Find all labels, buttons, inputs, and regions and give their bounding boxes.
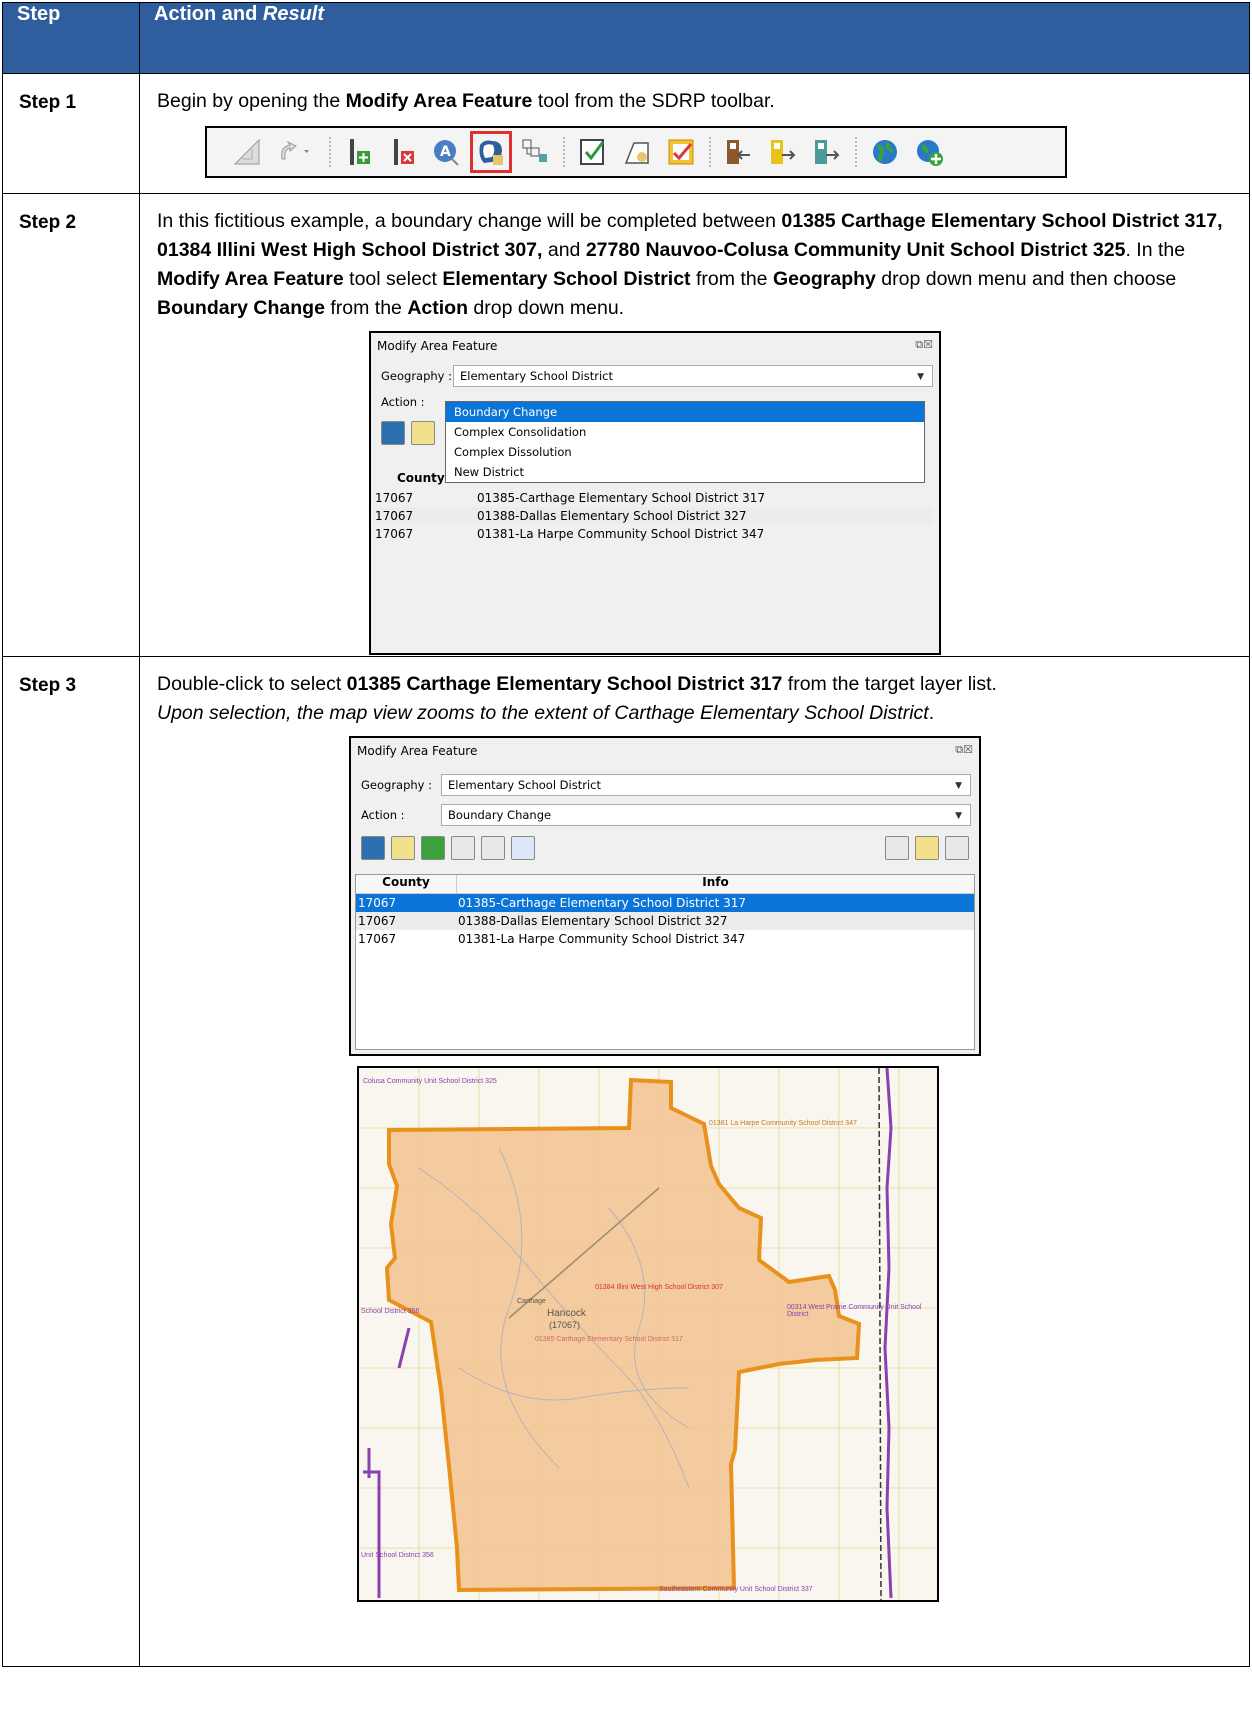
select-feature-icon[interactable] (361, 836, 385, 860)
map-label: 01381 La Harpe Community School District… (709, 1120, 857, 1127)
map-label: School District 356 (361, 1308, 420, 1315)
step-3-label: Step 3 (2, 656, 140, 1667)
edit-table-icon[interactable] (915, 836, 939, 860)
column-county: County (382, 875, 430, 889)
geography-label: Geography : (361, 778, 433, 792)
option-new-district[interactable]: New District (446, 462, 924, 482)
action-label: Action : (361, 808, 405, 822)
add-icon[interactable] (421, 836, 445, 860)
map-label: Colusa Community Unit School District 32… (363, 1078, 497, 1085)
select-rectangle-icon[interactable] (411, 421, 435, 445)
chevron-down-icon: ▼ (955, 781, 962, 791)
globe-icon[interactable] (870, 137, 900, 167)
toolbar-separator (709, 137, 711, 167)
select-rectangle-icon[interactable] (391, 836, 415, 860)
map-label: 01385 Carthage Elementary School Distric… (535, 1336, 683, 1343)
target-layer-list: County Info 17067 01385-Carthage Elementar… (355, 874, 975, 1050)
window-buttons-icon[interactable]: ⧉☒ (915, 338, 933, 352)
label-tool-icon[interactable]: A (432, 137, 462, 167)
chevron-down-icon: ▼ (917, 372, 924, 382)
map-label: Southeastern Community Unit School Distr… (659, 1586, 813, 1593)
step-1-text: Begin by opening the Modify Area Feature… (157, 90, 775, 112)
import-icon[interactable] (724, 137, 754, 167)
export-icon[interactable] (768, 137, 798, 167)
modify-area-feature-dialog: Modify Area Feature ⧉☒ Geography : Eleme… (369, 331, 941, 655)
chevron-down-icon: ▼ (955, 811, 962, 821)
step-2-label: Step 2 (2, 193, 140, 657)
geography-select[interactable]: Elementary School District ▼ (453, 365, 933, 387)
geography-select[interactable]: Elementary School District ▼ (441, 774, 971, 796)
split-tool-icon[interactable] (520, 137, 550, 167)
map-label: Hancock (547, 1308, 586, 1319)
dialog-title: Modify Area Feature (377, 339, 498, 353)
step-1-label: Step 1 (2, 73, 140, 194)
option-boundary-change[interactable]: Boundary Change (446, 402, 924, 422)
sdrp-toolbar: A (205, 126, 1067, 178)
step-1-content: Begin by opening the Modify Area Feature… (139, 73, 1250, 194)
svg-text:A: A (440, 144, 451, 160)
map-view[interactable]: Colusa Community Unit School District 32… (357, 1066, 939, 1602)
select-feature-icon[interactable] (381, 421, 405, 445)
modify-area-feature-icon[interactable] (470, 131, 512, 173)
map-label: Unit School District 356 (361, 1552, 434, 1559)
map-label: Carthage (517, 1298, 546, 1305)
option-complex-dissolution[interactable]: Complex Dissolution (446, 442, 924, 462)
header-action-result: Action and Result (139, 2, 1250, 74)
add-globe-icon[interactable] (914, 137, 944, 167)
transfer-icon[interactable] (812, 137, 842, 167)
pointer-dropdown-icon[interactable] (276, 137, 316, 167)
action-dropdown-menu: Boundary Change Complex Consolidation Co… (445, 401, 925, 483)
map-label: (17067) (549, 1320, 581, 1330)
toolbar-separator (855, 137, 857, 167)
remove-icon[interactable] (451, 836, 475, 860)
table-row[interactable]: 17067 01385-Carthage Elementary School Di… (373, 489, 933, 507)
table-row[interactable]: 17067 01381-La Harpe Community School Dis… (373, 525, 933, 543)
step-3-content: Double-click to select 01385 Carthage El… (139, 656, 1250, 1667)
edit-polygon-icon[interactable] (622, 137, 652, 167)
header-step: Step (2, 2, 140, 74)
close-icon[interactable] (945, 836, 969, 860)
toolbar-separator (329, 137, 331, 167)
validate-icon[interactable] (578, 137, 608, 167)
add-line-icon[interactable] (344, 137, 374, 167)
column-info: Info (456, 875, 974, 893)
ruler-icon[interactable] (232, 137, 262, 167)
action-label: Action : (381, 395, 425, 409)
previous-icon[interactable] (481, 836, 505, 860)
step-2-text: In this fictitious example, a boundary c… (157, 210, 1223, 319)
window-buttons-icon[interactable]: ⧉☒ (955, 743, 973, 757)
step-3-text: Double-click to select 01385 Carthage El… (157, 673, 997, 724)
district-polygon (384, 1077, 862, 1593)
table-header: Step Action and Result (2, 2, 1250, 74)
table-row[interactable]: 17067 01388-Dallas Elementary School Dist… (373, 507, 933, 525)
table-row[interactable]: 17067 01381-La Harpe Community School Dis… (356, 930, 974, 948)
step-3-row: Step 3 Double-click to select 01385 Cart… (2, 656, 1250, 1667)
target-layer-list: County 17067 01385-Carthage Elementary Sc… (373, 471, 933, 611)
table-row[interactable]: 17067 01385-Carthage Elementary School Di… (356, 894, 974, 912)
column-county: County (397, 471, 445, 485)
map-label: 00314 West Prairie Community Unit School… (787, 1304, 922, 1318)
table-row[interactable]: 17067 01388-Dallas Elementary School Dist… (356, 912, 974, 930)
toolbar-separator (563, 137, 565, 167)
step-2-row: Step 2 In this fictitious example, a bou… (2, 193, 1250, 657)
action-select[interactable]: Boundary Change ▼ (441, 804, 971, 826)
map-label: 01384 Illini West High School District 3… (595, 1284, 723, 1291)
modify-area-feature-dialog: Modify Area Feature ⧉☒ Geography : Eleme… (349, 736, 981, 1056)
save-polygon-icon[interactable] (666, 137, 696, 167)
geography-label: Geography : (381, 369, 453, 383)
remove-line-icon[interactable] (388, 137, 418, 167)
option-complex-consolidation[interactable]: Complex Consolidation (446, 422, 924, 442)
step-1-row: Step 1 Begin by opening the Modify Area … (2, 73, 1250, 194)
map-view-icon[interactable] (885, 836, 909, 860)
dialog-title: Modify Area Feature (357, 744, 478, 758)
next-icon[interactable] (511, 836, 535, 860)
step-2-content: In this fictitious example, a boundary c… (139, 193, 1250, 657)
